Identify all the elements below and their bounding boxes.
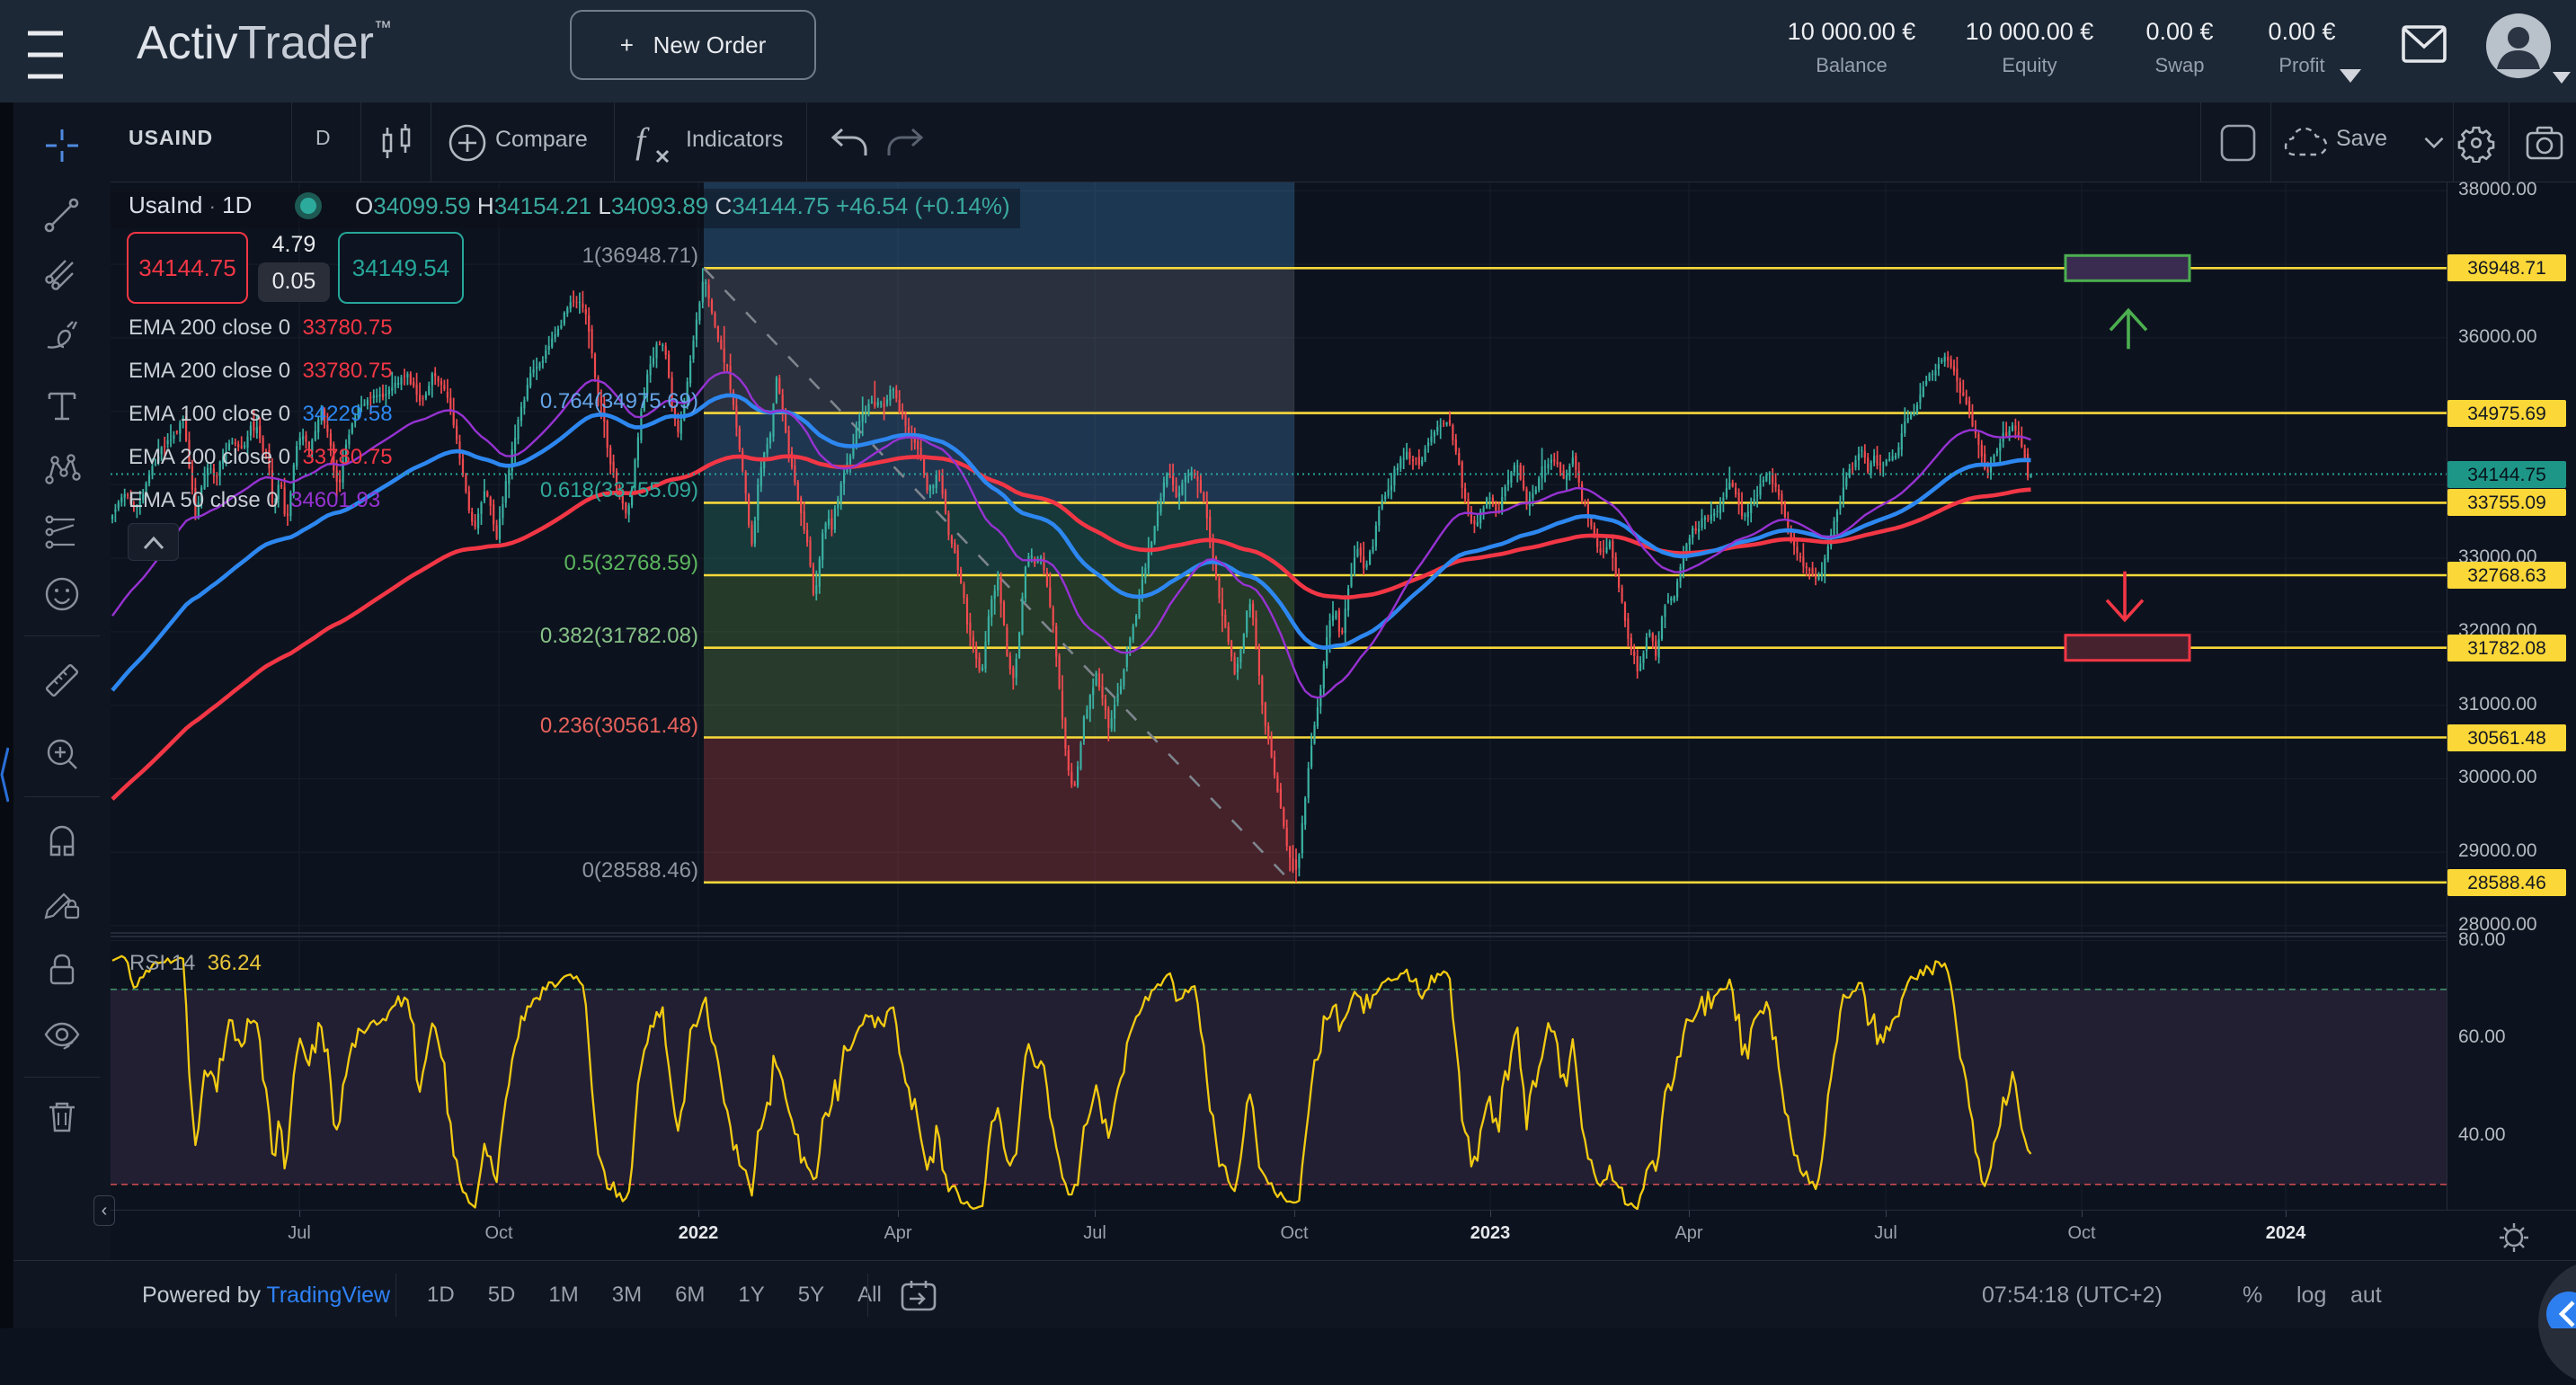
svg-text:f: f <box>635 120 650 161</box>
